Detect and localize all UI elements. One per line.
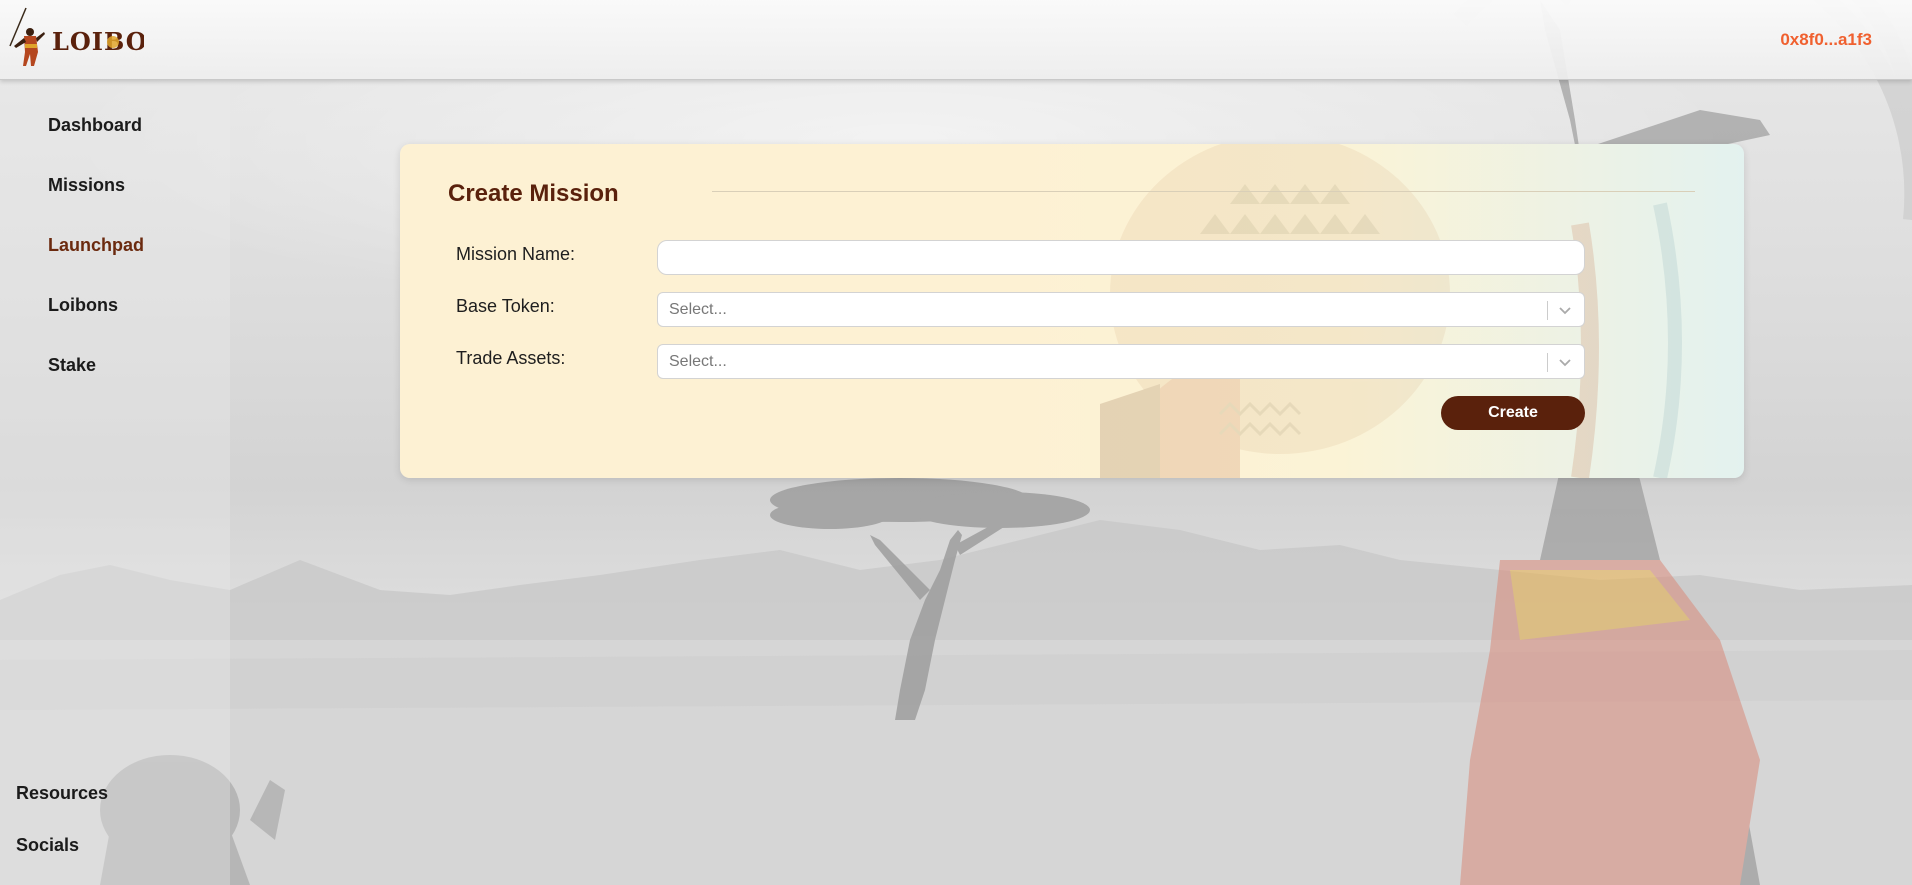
chevron-down-icon[interactable] — [1554, 351, 1576, 373]
title-divider — [712, 191, 1695, 192]
create-button[interactable]: Create — [1441, 396, 1585, 430]
wallet-address[interactable]: 0x8f0...a1f3 — [1780, 30, 1872, 50]
sidebar-item-missions[interactable]: Missions — [48, 175, 125, 196]
loibon-logo[interactable]: LOIBON — [4, 6, 170, 76]
sidebar-item-loibons[interactable]: Loibons — [48, 295, 118, 316]
select-separator — [1547, 353, 1548, 372]
mission-name-input[interactable] — [657, 240, 1585, 275]
logo-image: LOIBON — [9, 7, 170, 66]
svg-text:LOIBON: LOIBON — [52, 27, 144, 56]
sidebar-item-socials[interactable]: Socials — [16, 835, 79, 856]
chevron-down-icon[interactable] — [1554, 299, 1576, 321]
sidebar-item-stake[interactable]: Stake — [48, 355, 96, 376]
page-title: Create Mission — [448, 180, 619, 207]
sidebar-item-resources[interactable]: Resources — [16, 783, 108, 804]
base-token-label: Base Token: — [456, 296, 555, 316]
select-separator — [1547, 301, 1548, 320]
create-mission-card: Create Mission Mission Name: Base Token:… — [400, 144, 1744, 478]
mission-name-label: Mission Name: — [456, 244, 576, 264]
base-token-select[interactable]: Select... — [657, 292, 1585, 327]
sidebar: Dashboard Missions Launchpad Loibons Sta… — [0, 80, 230, 885]
base-token-placeholder: Select... — [669, 301, 727, 318]
trade-assets-label: Trade Assets: — [456, 348, 566, 368]
sidebar-item-dashboard[interactable]: Dashboard — [48, 115, 142, 136]
trade-assets-select[interactable]: Select... — [657, 344, 1585, 379]
top-header: LOIBON 0x8f0...a1f3 — [0, 0, 1912, 80]
sidebar-item-launchpad[interactable]: Launchpad — [48, 235, 144, 256]
trade-assets-placeholder: Select... — [669, 353, 727, 370]
